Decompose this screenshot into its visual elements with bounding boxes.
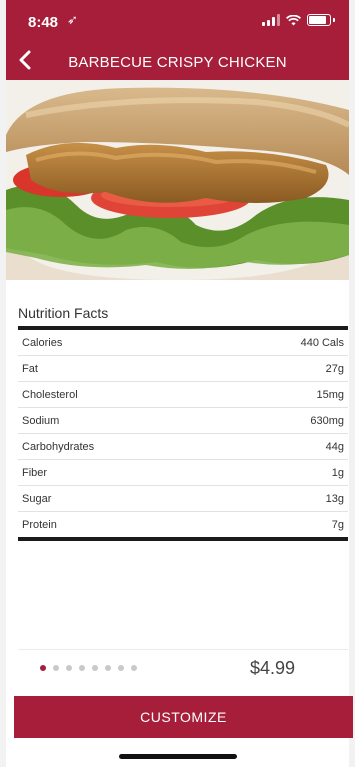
customize-button[interactable]: CUSTOMIZE [14,696,353,738]
nutrition-row: Carbohydrates 44g [18,434,348,460]
page-dot[interactable] [66,665,72,671]
nutrition-value: 44g [325,440,344,453]
battery-icon [307,14,331,26]
page-dot[interactable] [92,665,98,671]
nutrition-label: Sugar [22,492,52,505]
nutrition-bottom-rule [18,537,348,541]
page-dot[interactable] [118,665,124,671]
nutrition-row: Cholesterol 15mg [18,382,348,408]
nutrition-row: Protein 7g [18,512,348,537]
nutrition-label: Sodium [22,414,60,427]
screen-edge-right [349,0,355,767]
product-image [6,80,349,280]
nutrition-value: 15mg [316,388,344,401]
sandwich-illustration [6,80,349,280]
page-dot[interactable] [105,665,111,671]
nutrition-label: Protein [22,518,57,531]
nutrition-value: 27g [325,362,344,375]
app-screen: 8:48 ➶ BARBECUE CRISPY CHICKEN Nutrition… [0,0,355,767]
nutrition-row: Fiber 1g [18,460,348,486]
location-arrow-icon: ➶ [67,12,78,27]
page-indicator[interactable] [40,665,137,671]
page-dot[interactable] [79,665,85,671]
nutrition-facts-panel: Nutrition Facts Calories 440 Cals Fat 27… [18,305,348,541]
home-indicator[interactable] [119,754,237,759]
nutrition-value: 7g [331,518,344,531]
status-time: 8:48 [28,14,59,31]
nutrition-value: 440 Cals [300,336,344,349]
page-dot[interactable] [131,665,137,671]
cellular-signal-icon [262,14,280,26]
nutrition-label: Cholesterol [22,388,78,401]
nutrition-label: Carbohydrates [22,440,95,453]
footer-divider [18,649,348,650]
header-bar: 8:48 ➶ BARBECUE CRISPY CHICKEN [6,0,349,80]
page-dot[interactable] [53,665,59,671]
page-title: BARBECUE CRISPY CHICKEN [68,54,287,71]
nutrition-title: Nutrition Facts [18,305,109,321]
nutrition-row: Fat 27g [18,356,348,382]
battery-tip [333,18,335,22]
nutrition-label: Fat [22,362,38,375]
status-indicators [262,14,335,26]
nutrition-row: Sugar 13g [18,486,348,512]
nutrition-label: Fiber [22,466,48,479]
nutrition-row: Sodium 630mg [18,408,348,434]
nutrition-value: 13g [325,492,344,505]
price-label: $4.99 [250,658,296,678]
nutrition-row: Calories 440 Cals [18,330,348,356]
wifi-icon [286,14,301,25]
nutrition-value: 630mg [310,414,344,427]
nutrition-value: 1g [331,466,344,479]
page-dot-active[interactable] [40,665,46,671]
nutrition-label: Calories [22,336,63,349]
